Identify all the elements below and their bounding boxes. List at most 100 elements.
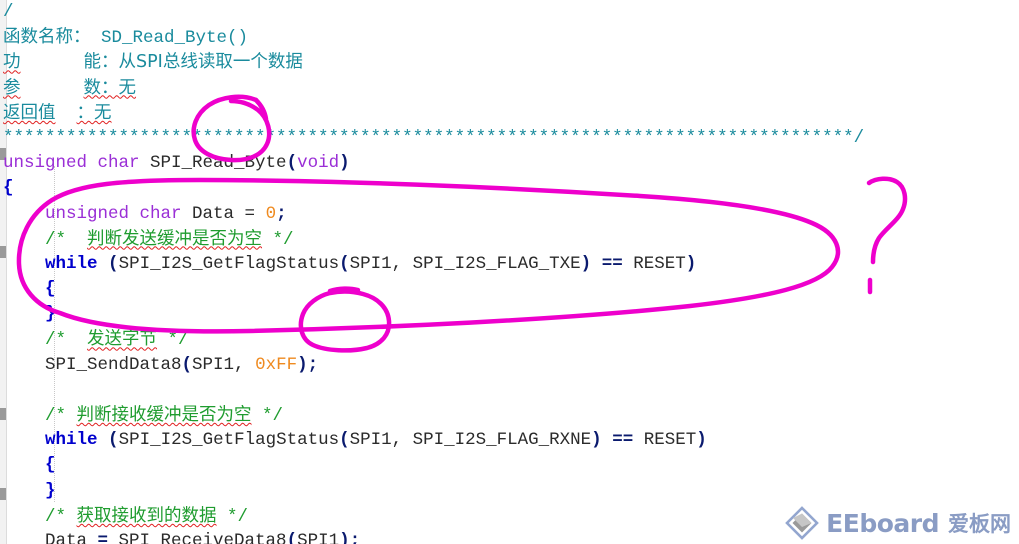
code-line[interactable]: 函数名称： SD_Read_Byte()	[0, 25, 1019, 50]
code-token: ==	[601, 253, 623, 274]
code-line[interactable]: }	[0, 479, 1019, 504]
code-editor-screenshot: / 函数名称： SD_Read_Byte() 功 能：从SPI总线读取一个数据参 数…	[0, 0, 1019, 544]
code-line[interactable]: 参 数：无	[0, 76, 1019, 101]
code-token: )	[696, 430, 707, 451]
code-line[interactable]: /* 判断接收缓冲是否为空 */	[0, 403, 1019, 428]
code-token: )	[591, 430, 602, 451]
code-token: RESET	[622, 253, 686, 274]
code-token: 0xFF	[255, 354, 298, 375]
code-token: (	[181, 354, 193, 375]
code-token: /*	[3, 330, 88, 351]
code-token: 函数名称：	[3, 27, 91, 48]
code-token: ;	[349, 530, 361, 544]
code-token: SD_Read_Byte()	[90, 28, 249, 49]
code-line[interactable]: {	[0, 176, 1019, 201]
code-token: SPI_SendData8	[3, 354, 182, 375]
code-line[interactable]: unsigned char SPI_Read_Byte(void)	[0, 151, 1019, 176]
code-token: SPI1, SPI_I2S_FLAG_RXNE	[349, 430, 592, 451]
code-token: ==	[612, 430, 634, 451]
code-token: SPI1	[297, 530, 340, 544]
code-token: ;	[307, 354, 319, 375]
code-line[interactable]: {	[0, 453, 1019, 478]
code-line[interactable]: 返回值 ：无	[0, 101, 1019, 126]
code-token: */	[251, 406, 284, 426]
code-token: */	[157, 330, 189, 351]
code-token: (	[286, 153, 298, 174]
code-token: unsigned char	[45, 203, 182, 224]
code-line[interactable]: while (SPI_I2S_GetFlagStatus(SPI1, SPI_I…	[0, 252, 1019, 277]
code-token: SPI1,	[192, 354, 256, 375]
code-token: )	[685, 253, 697, 274]
code-token: SPI1, SPI_I2S_FLAG_TXE	[349, 253, 581, 274]
code-token: 数：	[83, 77, 119, 98]
watermark-brand: EEboard	[826, 508, 939, 538]
code-token: ;	[276, 203, 287, 224]
code-token: while	[45, 430, 98, 451]
code-token: void	[297, 153, 340, 174]
watermark: EEboard 爱板网	[785, 506, 1011, 540]
code-line[interactable]	[0, 378, 1019, 403]
code-token: while	[45, 253, 98, 274]
code-token: 无	[118, 77, 137, 98]
code-line[interactable]: SPI_SendData8(SPI1, 0xFF);	[0, 353, 1019, 378]
code-line[interactable]: unsigned char Data = 0;	[0, 202, 1019, 227]
code-token: 获取接收到的数据	[76, 505, 217, 526]
code-line[interactable]: {	[0, 277, 1019, 302]
code-token: {	[3, 178, 14, 199]
code-token: }	[45, 304, 56, 325]
code-token: Data =	[181, 203, 266, 224]
code-line[interactable]: while (SPI_I2S_GetFlagStatus(SPI1, SPI_I…	[0, 428, 1019, 453]
code-token: /	[3, 2, 14, 22]
code-token: =	[97, 530, 109, 544]
code-token: 能：	[83, 52, 119, 73]
code-token: {	[45, 455, 56, 476]
code-token: SPI_Read_Byte	[139, 153, 287, 174]
code-token: {	[45, 279, 56, 300]
code-token: */	[262, 229, 294, 250]
code-token: )	[339, 530, 350, 544]
code-line[interactable]: /* 发送字节 */	[0, 327, 1019, 352]
diamond-logo-icon	[785, 506, 820, 540]
code-token: 0	[265, 203, 277, 224]
code-token: )	[580, 253, 592, 274]
code-token: 参	[3, 77, 21, 98]
code-token: Data	[3, 530, 98, 544]
code-token: /*	[3, 506, 77, 527]
code-token: }	[45, 480, 56, 501]
code-token: (	[339, 430, 350, 451]
code-token: */	[216, 506, 249, 527]
code-line[interactable]: /* 判断发送缓冲是否为空 */	[0, 227, 1019, 252]
code-token: 从SPI总线读取一个数据	[118, 52, 303, 73]
code-token: /*	[3, 406, 77, 426]
code-token: 返回值	[3, 102, 56, 123]
code-token: SPI_I2S_GetFlagStatus	[118, 430, 340, 451]
code-token: )	[297, 354, 308, 375]
code-line[interactable]: }	[0, 302, 1019, 327]
code-token: SPI_I2S_GetFlagStatus	[118, 253, 340, 274]
code-line[interactable]: /	[0, 0, 1019, 25]
code-line[interactable]: 功 能：从SPI总线读取一个数据	[0, 50, 1019, 75]
code-token: 判断接收缓冲是否为空	[76, 405, 252, 425]
code-token: )	[339, 153, 350, 174]
code-token: (	[286, 530, 298, 544]
code-line[interactable]: ****************************************…	[0, 126, 1019, 151]
code-token: SPI_ReceiveData8	[108, 530, 287, 544]
code-content[interactable]: / 函数名称： SD_Read_Byte() 功 能：从SPI总线读取一个数据参 数…	[0, 0, 1019, 544]
code-token: (	[108, 430, 119, 451]
code-token: ：无	[76, 102, 112, 123]
code-token: /*	[3, 229, 88, 250]
code-token: 判断发送缓冲是否为空	[87, 228, 263, 249]
